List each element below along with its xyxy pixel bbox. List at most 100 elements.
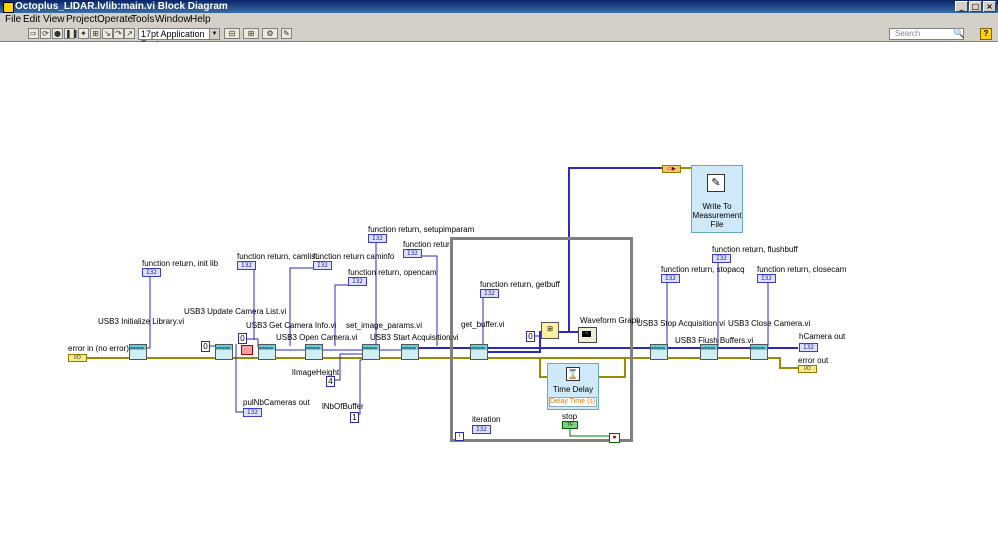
usb3-flush-buffers-node[interactable]: octopus <box>700 344 718 360</box>
label-fr-setupimparam: function return, setupimparam <box>368 225 475 234</box>
constant-zero-1[interactable]: 0 <box>201 341 210 352</box>
waveform-graph-terminal[interactable]: ~ <box>578 327 597 343</box>
block-diagram[interactable]: i ● function return, init lib I32 functi… <box>0 42 998 547</box>
label-iteration: iteration <box>472 415 501 424</box>
step-into-icon[interactable]: ↘ <box>102 28 113 39</box>
label-hcamera-out: hCamera out <box>799 332 846 341</box>
constant-zero-3[interactable]: 0 <box>526 331 535 342</box>
menu-bar: File Edit View Project Operate Tools Win… <box>0 13 998 27</box>
highlight-execution-icon[interactable]: ✦ <box>78 28 89 39</box>
reorder-icon[interactable]: ⚙ <box>262 28 278 39</box>
label-fr-closecam: function return, closecam <box>757 265 847 274</box>
retain-wire-values-icon[interactable]: ⊞ <box>90 28 101 39</box>
context-help-icon[interactable]: ? <box>980 28 992 40</box>
label-usb3-stop-acquisition: USB3 Stop Acquisition.vi <box>637 319 726 328</box>
distribute-objects-icon[interactable]: ⊞ <box>243 28 259 39</box>
label-error-in: error in (no error) <box>68 344 129 353</box>
constant-one[interactable]: 1 <box>350 412 359 423</box>
maximize-button[interactable]: □ <box>969 1 982 12</box>
label-fr-getbuff: function return, getbuff <box>480 280 560 289</box>
label-usb3-update-camera-list: USB3 Update Camera List.vi <box>184 307 287 316</box>
menu-operate[interactable]: Operate <box>97 14 133 25</box>
indicator-fr-stopacq[interactable]: I32 <box>661 274 680 283</box>
label-error-out: error out <box>798 356 829 365</box>
label-fr-camlist: function return, camlist <box>237 252 318 261</box>
write-measurement-file-title: Write To Measurement File <box>692 202 742 229</box>
align-objects-icon[interactable]: ⊟ <box>224 28 240 39</box>
set-image-params-node[interactable]: octopus <box>362 344 380 360</box>
usb3-open-camera-node[interactable]: octopus <box>305 344 323 360</box>
menu-project[interactable]: Project <box>66 14 97 25</box>
label-get-buffer: get_buffer.vi <box>461 320 505 329</box>
menu-window[interactable]: Window <box>155 14 191 25</box>
usb3-start-acquisition-node[interactable]: octopus <box>401 344 419 360</box>
time-delay-title: Time Delay <box>552 385 594 394</box>
hourglass-icon: ⌛ <box>566 367 580 381</box>
indicator-fr-camlist[interactable]: I32 <box>237 261 256 270</box>
indicator-fr-init-lib[interactable]: I32 <box>142 268 161 277</box>
usb3-close-camera-node[interactable]: octopus <box>750 344 768 360</box>
label-usb3-start-acquisition: USB3 Start Acquisition.vi <box>370 333 459 342</box>
delay-time-terminal[interactable]: Delay Time (s) <box>549 397 597 407</box>
run-continuously-icon[interactable]: ⟳ <box>40 28 51 39</box>
indicator-fr-flushbuff[interactable]: I32 <box>712 254 731 263</box>
build-array-icon[interactable]: ⊞ <box>541 322 559 339</box>
usb3-update-camera-list-node[interactable]: octopus <box>215 344 233 360</box>
menu-file[interactable]: File <box>5 14 21 25</box>
label-usb3-get-camera-info: USB3 Get Camera Info.vi <box>246 321 337 330</box>
constant-zero-2[interactable]: 0 <box>238 333 247 344</box>
write-measurement-file-node[interactable]: ✎ Write To Measurement File <box>691 165 743 233</box>
indicator-fr-setupimparam[interactable]: I32 <box>368 234 387 243</box>
label-fr-flushbuff: function return, flushbuff <box>712 245 798 254</box>
indicator-fr-opencam[interactable]: I32 <box>348 277 367 286</box>
label-usb3-init-library: USB3 Initialize Library.vi <box>98 317 185 326</box>
label-fr-start: function retur <box>403 240 450 249</box>
iteration-terminal: i <box>455 432 464 441</box>
time-delay-node[interactable]: ⌛ Time Delay Delay Time (s) <box>547 363 599 410</box>
font-selector[interactable]: 17pt Application Font ▼ <box>138 28 220 49</box>
abort-icon[interactable]: ● <box>52 28 63 39</box>
usb3-init-library-node[interactable]: octopus <box>129 344 147 360</box>
labview-app-icon <box>3 2 14 13</box>
label-usb3-open-camera: USB3 Open Camera.vi <box>276 333 358 342</box>
error-in-control[interactable]: I/O <box>68 354 87 362</box>
indicator-iteration[interactable]: I32 <box>472 425 491 434</box>
label-fr-opencam: function return, opencam <box>348 268 437 277</box>
label-fr-caminfo: function return caminfo <box>313 252 395 261</box>
waveform-graph-icon: ~ <box>582 331 591 337</box>
index-array-node[interactable] <box>241 345 253 355</box>
menu-edit[interactable]: Edit <box>23 14 40 25</box>
toolbar: ⇨ ⟳ ● ❚❚ ✦ ⊞ ↘ ↷ ↗ 17pt Application Font… <box>0 27 998 49</box>
indicator-fr-caminfo[interactable]: I32 <box>313 261 332 270</box>
constant-four[interactable]: 4 <box>326 376 335 387</box>
label-set-image-params: set_image_params.vi <box>346 321 423 330</box>
indicator-fr-getbuff[interactable]: I32 <box>480 289 499 298</box>
search-icon[interactable]: 🔍 <box>953 28 964 39</box>
window-title: Octoplus_LIDAR.lvlib:main.vi Block Diagr… <box>15 1 228 12</box>
menu-help[interactable]: Help <box>190 14 211 25</box>
indicator-pulnb-cameras-out[interactable]: I32 <box>243 408 262 417</box>
clean-up-diagram-icon[interactable]: ✎ <box>281 28 292 39</box>
minimize-button[interactable]: _ <box>955 1 968 12</box>
indicator-fr-closecam[interactable]: I32 <box>757 274 776 283</box>
step-out-icon[interactable]: ↗ <box>124 28 135 39</box>
menu-tools[interactable]: Tools <box>131 14 154 25</box>
indicator-hcamera-out[interactable]: I32 <box>799 343 818 352</box>
pause-icon[interactable]: ❚❚ <box>64 28 78 39</box>
get-buffer-node[interactable]: octopus <box>470 344 488 360</box>
usb3-stop-acquisition-node[interactable]: octopus <box>650 344 668 360</box>
stop-control[interactable]: TF <box>562 421 578 429</box>
label-fr-stopacq: function return, stopacq <box>661 265 745 274</box>
menu-view[interactable]: View <box>43 14 65 25</box>
run-arrow-icon[interactable]: ⇨ <box>28 28 39 39</box>
label-pulnb-cameras-out: pulNbCameras out <box>243 398 310 407</box>
while-loop[interactable] <box>450 237 633 442</box>
indicator-fr-start[interactable]: I32 <box>403 249 422 258</box>
label-usb3-close-camera: USB3 Close Camera.vi <box>728 319 811 328</box>
to-dynamic-data-icon[interactable]: ▭▶ <box>662 165 681 173</box>
usb3-get-camera-info-node[interactable]: octopus <box>258 344 276 360</box>
error-out-indicator[interactable]: I/O <box>798 365 817 373</box>
close-button[interactable]: × <box>983 1 996 12</box>
title-bar: Octoplus_LIDAR.lvlib:main.vi Block Diagr… <box>0 0 998 13</box>
step-over-icon[interactable]: ↷ <box>113 28 124 39</box>
